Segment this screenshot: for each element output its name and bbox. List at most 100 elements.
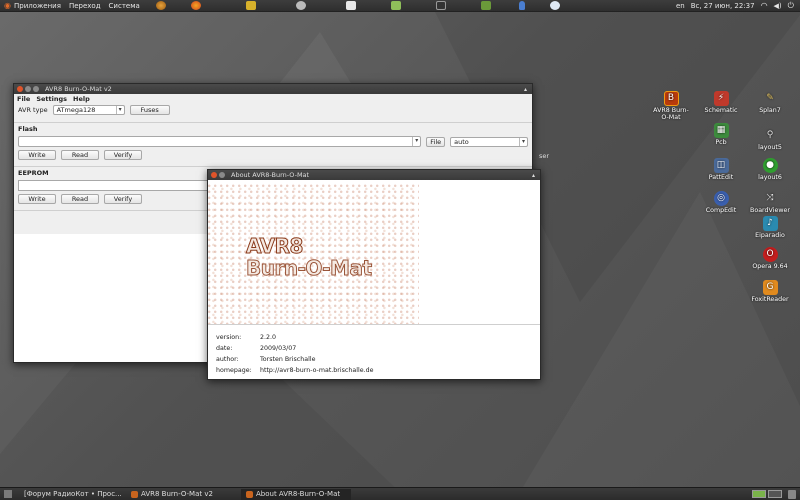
logo-text-line1: AVR8 <box>246 234 304 259</box>
close-icon[interactable] <box>17 86 23 92</box>
top-panel: ◉ Приложения Переход Система en Вс, 27 и… <box>0 0 800 12</box>
eeprom-verify-button[interactable]: Verify <box>104 194 142 204</box>
taskbar-item-forum[interactable]: [Форум РадиоКот • Прос... <box>16 489 126 500</box>
flash-file-input[interactable]: ▾ <box>18 136 422 147</box>
clock[interactable]: Вс, 27 июн, 22:37 <box>691 2 755 10</box>
search-launcher-icon[interactable] <box>155 1 166 10</box>
chevron-down-icon: ▾ <box>412 137 420 146</box>
notes-launcher-icon[interactable] <box>390 1 401 10</box>
keyboard-layout-indicator[interactable]: en <box>676 2 685 10</box>
info-row-date: date: 2009/03/07 <box>216 345 297 352</box>
about-body: AVR8 Burn-O-Mat version: 2.2.0 date: 200… <box>208 180 540 379</box>
taskbar-item-about[interactable]: About AVR8-Burn-O-Mat <box>241 488 351 500</box>
window-menu-icon[interactable]: ▴ <box>532 172 535 179</box>
wifi-icon[interactable]: ◠ <box>761 1 768 10</box>
about-logo: AVR8 Burn-O-Mat <box>208 184 419 324</box>
download-launcher-icon[interactable] <box>345 1 356 10</box>
eeprom-read-button[interactable]: Read <box>61 194 99 204</box>
taskbar-item-burnomat[interactable]: AVR8 Burn-O-Mat v2 <box>126 489 241 500</box>
partial-text: ser <box>539 152 550 160</box>
applications-menu[interactable]: ◉ Приложения <box>0 1 65 10</box>
pencil-icon: ✎ <box>766 93 774 103</box>
avr8-icon <box>246 490 253 498</box>
flash-buttons: Write Read Verify <box>18 150 528 160</box>
minimize-icon[interactable] <box>25 86 31 92</box>
avr8-icon: B <box>663 91 679 106</box>
opera-icon: O <box>762 247 778 262</box>
menu-settings[interactable]: Settings <box>36 95 67 103</box>
media-player-launcher-icon[interactable] <box>549 1 560 10</box>
avr-type-label: AVR type <box>18 106 48 114</box>
desktop-icon-layout5[interactable]: ⚲ layout5 <box>740 128 800 152</box>
terminal-launcher-icon[interactable] <box>435 1 446 10</box>
volume-icon[interactable]: ◀) <box>774 2 782 10</box>
desktop-icon-splan7[interactable]: ✎ Splan7 <box>740 91 800 115</box>
workspace-2[interactable] <box>768 490 782 498</box>
chevron-down-icon: ▾ <box>519 137 527 146</box>
eeprom-write-button[interactable]: Write <box>18 194 56 204</box>
desktop-icon-opera[interactable]: O Opera 9.64 <box>740 247 800 270</box>
kettle-launcher-icon[interactable] <box>245 1 256 10</box>
info-row-homepage: homepage: http://avr8-burn-o-mat.brischa… <box>216 365 374 376</box>
avr-type-select[interactable]: ATmega128 ▾ <box>52 105 125 115</box>
flash-file-button[interactable]: File <box>426 136 446 147</box>
monitor-launcher-icon[interactable] <box>480 1 491 10</box>
divider <box>208 324 540 325</box>
pcb-icon: ▦ <box>713 123 729 138</box>
menubar: File Settings Help <box>14 94 532 103</box>
logo-text-line2: Burn-O-Mat <box>246 256 373 281</box>
workspace-switcher[interactable] <box>752 490 782 498</box>
date-value: 2009/03/07 <box>260 345 297 352</box>
desktop-icon-layout6[interactable]: ● layout6 <box>740 158 800 181</box>
layout-icon: ⚲ <box>766 130 774 140</box>
trash-icon[interactable] <box>788 489 796 499</box>
flash-read-button[interactable]: Read <box>61 150 99 160</box>
desktop-icon-eiparadio[interactable]: ♪ Eiparadio <box>740 216 800 239</box>
flash-verify-button[interactable]: Verify <box>104 150 142 160</box>
show-desktop-icon[interactable] <box>4 490 12 498</box>
close-icon[interactable] <box>211 172 217 178</box>
flash-write-button[interactable]: Write <box>18 150 56 160</box>
info-row-version: version: 2.2.0 <box>216 334 277 341</box>
avr8-icon <box>131 490 138 498</box>
system-menu[interactable]: Система <box>105 2 144 10</box>
window-title: AVR8 Burn-O-Mat v2 <box>45 85 112 93</box>
ubuntu-logo-icon: ◉ <box>4 1 11 10</box>
fuses-button[interactable]: Fuses <box>129 105 170 115</box>
about-window-titlebar[interactable]: About AVR8-Burn-O-Mat ▴ <box>208 170 540 180</box>
pattedit-icon: ◫ <box>713 158 729 173</box>
about-window: About AVR8-Burn-O-Mat ▴ AVR8 Burn-O-Mat … <box>207 169 541 380</box>
menu-help[interactable]: Help <box>73 95 90 103</box>
workspace-1[interactable] <box>752 490 766 498</box>
window-menu-icon[interactable]: ▴ <box>524 86 527 93</box>
microphone-launcher-icon[interactable] <box>518 1 525 10</box>
flash-format-select[interactable]: auto ▾ <box>450 136 528 147</box>
compedit-icon: ◎ <box>713 191 729 206</box>
maximize-icon[interactable] <box>33 86 39 92</box>
bottom-panel: [Форум РадиоКот • Прос... AVR8 Burn-O-Ma… <box>0 487 800 500</box>
foxit-icon: G <box>762 280 778 295</box>
shuffle-icon: ⤨ <box>766 193 774 203</box>
eiparadio-icon: ♪ <box>762 216 778 231</box>
places-menu[interactable]: Переход <box>65 2 105 10</box>
about-info: version: 2.2.0 date: 2009/03/07 author: … <box>210 328 379 380</box>
desktop-icon-foxitreader[interactable]: G FoxitReader <box>740 280 800 303</box>
main-window-titlebar[interactable]: AVR8 Burn-O-Mat v2 ▴ <box>14 84 532 94</box>
homepage-link[interactable]: http://avr8-burn-o-mat.brischalle.de <box>260 365 373 376</box>
power-icon[interactable]: ⏻ <box>788 1 794 11</box>
settings-launcher-icon[interactable] <box>295 1 306 10</box>
about-window-title: About AVR8-Burn-O-Mat <box>231 171 310 179</box>
desktop-icon-boardviewer[interactable]: ⤨ BoardViewer <box>740 191 800 215</box>
info-row-author: author: Torsten Brischalle <box>216 356 316 363</box>
version-value: 2.2.0 <box>260 334 277 341</box>
menu-file[interactable]: File <box>17 95 30 103</box>
firefox-launcher-icon[interactable] <box>190 1 201 10</box>
avr-type-row: AVR type ATmega128 ▾ Fuses <box>14 103 532 117</box>
schematic-icon: ⚡ <box>713 91 729 106</box>
author-value: Torsten Brischalle <box>260 356 316 363</box>
chevron-down-icon: ▾ <box>115 106 124 114</box>
minimize-icon[interactable] <box>219 172 225 178</box>
flash-section: Flash ▾ File auto ▾ Write Read Verify <box>14 123 532 162</box>
flash-label: Flash <box>18 125 38 133</box>
layout-icon: ● <box>762 158 778 173</box>
